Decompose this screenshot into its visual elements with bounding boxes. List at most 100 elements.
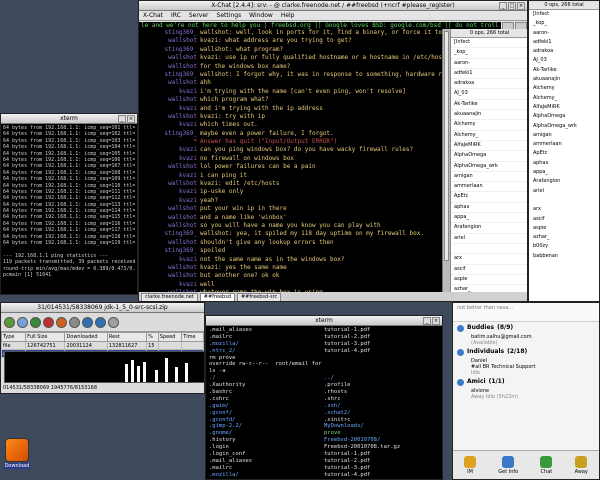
chat-nick[interactable]: sting369_	[139, 247, 200, 255]
bg-user-list-item[interactable]: aspie	[529, 224, 599, 233]
chat-nick[interactable]: wallshot	[139, 239, 200, 247]
download-manager-window[interactable]: 31/014531/58338069 jdk-1_5_0-src-scsl.zi…	[0, 302, 205, 394]
chat-nick[interactable]: sting369_	[139, 46, 200, 54]
user-list-item[interactable]: aphax	[451, 203, 527, 214]
user-list-item[interactable]	[451, 244, 527, 255]
chat-nick[interactable]: *	[139, 138, 200, 146]
user-list-item[interactable]: aaron-	[451, 59, 527, 69]
tab-channel[interactable]: clarke.freenode.net	[141, 292, 198, 301]
user-list-item[interactable]: aspie	[451, 275, 527, 286]
bg-user-list-item[interactable]: appa_	[529, 168, 599, 177]
xchat-window[interactable]: X-Chat [2.4.4]: srv: - @ clarke.freenode…	[138, 0, 528, 302]
chat-nick[interactable]: kvazi	[139, 155, 200, 163]
minimize-icon[interactable]: _	[423, 317, 431, 325]
background-userlist-window[interactable]: 0 ops, 266 total [Infect _kop_ aaron-adfek…	[528, 0, 600, 302]
settings-icon[interactable]	[108, 316, 119, 328]
user-list-item[interactable]: akuaanajin	[451, 110, 527, 121]
user-list-item[interactable]: Alchemy_	[451, 131, 527, 141]
buddy-list-window[interactable]: not better than nesa... Buddies (8/9) bati…	[452, 302, 600, 480]
menu-item-server[interactable]: Server	[189, 11, 209, 20]
chat-nick[interactable]: wallshot	[139, 163, 200, 171]
bg-user-list-item[interactable]: azhar_	[529, 233, 599, 242]
edit-icon[interactable]	[17, 316, 28, 328]
chat-nick[interactable]: wallshot	[139, 205, 200, 213]
user-list-item[interactable]: appa_	[451, 213, 527, 224]
start-icon[interactable]	[30, 316, 41, 328]
user-list-item[interactable]: ammerlaan	[451, 182, 527, 193]
tab-channel[interactable]: ##freebsd-src	[236, 292, 282, 301]
user-list-item[interactable]: AlfaJeMiRK	[451, 141, 527, 152]
menu-item-help[interactable]: Help	[281, 11, 295, 20]
chat-nick[interactable]: kvazi	[139, 88, 200, 96]
bg-user-list-item[interactable]: AlphaOmega	[529, 112, 599, 121]
get-info-button[interactable]: Get Info	[498, 455, 518, 475]
shell-terminal-output[interactable]: .mail_aliases .mailrc .mozilla/.ntrc_2/rm …	[206, 326, 442, 479]
bg-user-list-item[interactable]	[529, 196, 599, 205]
buddy-contact[interactable]: #all BR Technical Support Idle	[453, 364, 599, 376]
chat-nick[interactable]: kvazi	[139, 188, 200, 196]
buddy-group-header[interactable]: Individuals (2/18)	[453, 346, 599, 358]
user-list-item[interactable]: AlphaOmega_wrk	[451, 162, 527, 172]
download-desktop-icon[interactable]: Download	[4, 438, 30, 478]
shell-terminal-titlebar[interactable]: xterm _ ×	[206, 316, 442, 326]
bg-user-list-item[interactable]: amigan	[529, 131, 599, 140]
chat-nick[interactable]: sting369_	[139, 29, 200, 37]
chat-nick[interactable]: sting369_	[139, 130, 200, 138]
chat-nick[interactable]: kvazi	[139, 197, 200, 205]
up-icon[interactable]	[82, 316, 93, 328]
user-list[interactable]: 0 ops, 266 total [Infect _kop_ aaron-adfek…	[450, 29, 527, 301]
down-icon[interactable]	[95, 316, 106, 328]
user-list-item[interactable]: ApEtc	[451, 192, 527, 203]
add-download-icon[interactable]	[4, 316, 15, 328]
chat-log[interactable]: sting369_ wallshot: well, look in ports f…	[139, 29, 442, 293]
tab-channel[interactable]: ##freebsd	[199, 292, 235, 301]
bg-user-list-item[interactable]: ApEtc	[529, 149, 599, 158]
download-titlebar[interactable]: 31/014531/58338069 jdk-1_5_0-src-scsl.zi…	[1, 303, 204, 313]
ping-terminal-window[interactable]: xterm _ × 64 bytes from 192.168.1.1: icmp…	[0, 113, 138, 295]
maximize-icon[interactable]: □	[508, 2, 516, 10]
delete-icon[interactable]	[69, 316, 80, 328]
table-row[interactable]: file 126742751 20031124 132811627 15	[1, 341, 204, 350]
chat-nick[interactable]: sting369_	[139, 230, 200, 238]
user-list-item[interactable]: Arafangion	[451, 223, 527, 234]
bg-user-list-item[interactable]: akuaanajin	[529, 75, 599, 84]
column-header[interactable]: Rest	[106, 332, 148, 342]
close-icon[interactable]: ×	[432, 317, 440, 325]
bg-user-list-item[interactable]: b00zy	[529, 242, 599, 251]
chat-nick[interactable]: kvazi	[139, 121, 200, 129]
pause-icon[interactable]	[56, 316, 67, 328]
user-list-item[interactable]: _kop_	[451, 48, 527, 59]
close-icon[interactable]: ×	[127, 115, 135, 123]
chat-nick[interactable]: kvazi	[139, 146, 200, 154]
column-header[interactable]: %	[146, 332, 159, 342]
chat-nick[interactable]: wallshot	[139, 180, 200, 188]
chat-button[interactable]: Chat	[540, 455, 553, 475]
buddy-status-message[interactable]: not better than nesa...	[453, 303, 599, 322]
chat-nick[interactable]: sting369_	[139, 71, 200, 79]
chat-nick[interactable]: kvazi	[139, 256, 200, 264]
bg-user-list-item[interactable]: [Infect	[529, 10, 599, 19]
buddy-group-header[interactable]: Amici (1/1)	[453, 376, 599, 388]
xchat-titlebar[interactable]: X-Chat [2.4.4]: srv: - @ clarke.freenode…	[139, 1, 527, 11]
chat-nick[interactable]: kvazi	[139, 105, 200, 113]
user-list-item[interactable]: AlphaOmega	[451, 151, 527, 162]
chat-nick[interactable]: wallshot	[139, 54, 200, 62]
user-list-item[interactable]: Alchemy	[451, 120, 527, 131]
menu-item-settings[interactable]: Settings	[217, 11, 242, 20]
away-button[interactable]: Away	[575, 455, 588, 475]
stop-icon[interactable]	[43, 316, 54, 328]
user-list-item[interactable]: [Infect	[451, 38, 527, 49]
bg-user-list-item[interactable]: arx	[529, 205, 599, 214]
bg-user-list-item[interactable]: adfeki1	[529, 38, 599, 47]
chat-nick[interactable]: wallshot	[139, 264, 200, 272]
user-list-item[interactable]: ariel	[451, 234, 527, 244]
user-list-item[interactable]: ascif	[451, 265, 527, 275]
bg-user-list-item[interactable]: ammerlaan	[529, 140, 599, 149]
bg-user-list-item[interactable]: aaron-	[529, 29, 599, 38]
menu-item-xchat[interactable]: X-Chat	[143, 11, 163, 20]
bg-user-list-item[interactable]: ascif	[529, 215, 599, 224]
buddy-contact[interactable]: batim.salhu@gmail.com (Available)	[453, 334, 599, 346]
chat-nick[interactable]: wallshot	[139, 113, 200, 121]
chat-nick[interactable]: wallshot	[139, 37, 200, 45]
buddy-group-header[interactable]: Buddies (8/9)	[453, 322, 599, 334]
